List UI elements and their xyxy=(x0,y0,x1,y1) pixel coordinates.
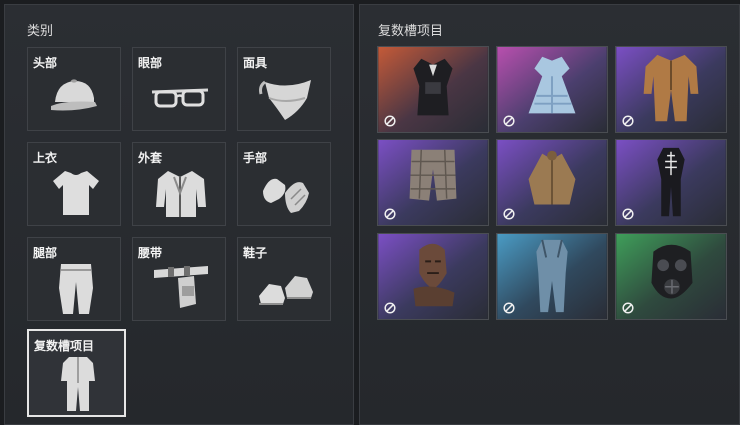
multislot-item[interactable] xyxy=(377,139,489,226)
multislot-panel-title: 复数槽项目 xyxy=(378,24,444,39)
category-tile-head[interactable]: 头部 xyxy=(27,47,121,131)
cap-icon xyxy=(51,79,97,111)
multislot-item[interactable] xyxy=(496,46,608,133)
multislot-item[interactable] xyxy=(615,46,727,133)
bandana-mask-icon xyxy=(259,80,311,120)
category-tile-multislot[interactable]: 复数槽项目 xyxy=(27,329,126,417)
multislot-item[interactable] xyxy=(615,139,727,226)
multislot-item[interactable] xyxy=(615,233,727,320)
category-panel: 类别 头部 眼部 面具 上衣 外套 手部 腿部 腰带 鞋子 复数槽项目 xyxy=(4,4,354,425)
multislot-item[interactable] xyxy=(377,46,489,133)
ban-icon xyxy=(384,115,396,127)
ban-icon xyxy=(503,302,515,314)
multislot-item[interactable] xyxy=(377,233,489,320)
ban-icon xyxy=(622,302,634,314)
multislot-panel: 复数槽项目 xyxy=(359,4,740,425)
ban-icon xyxy=(622,115,634,127)
category-tile-jacket[interactable]: 外套 xyxy=(132,142,226,226)
category-tile-shoes[interactable]: 鞋子 xyxy=(237,237,331,321)
ban-icon xyxy=(503,115,515,127)
category-panel-title: 类别 xyxy=(27,24,54,39)
pants-icon xyxy=(59,264,93,314)
category-tile-hands[interactable]: 手部 xyxy=(237,142,331,226)
category-tile-legs[interactable]: 腿部 xyxy=(27,237,121,321)
category-tile-eyes[interactable]: 眼部 xyxy=(132,47,226,131)
multislot-item[interactable] xyxy=(496,139,608,226)
ban-icon xyxy=(384,208,396,220)
gloves-icon xyxy=(263,178,309,213)
ban-icon xyxy=(503,208,515,220)
sneakers-icon xyxy=(259,276,313,305)
tshirt-icon xyxy=(53,171,99,215)
jumpsuit-icon xyxy=(61,357,95,411)
ban-icon xyxy=(384,302,396,314)
category-tile-top[interactable]: 上衣 xyxy=(27,142,121,226)
category-tile-belt[interactable]: 腰带 xyxy=(132,237,226,321)
category-tile-mask[interactable]: 面具 xyxy=(237,47,331,131)
glasses-icon xyxy=(151,88,209,108)
multislot-item[interactable] xyxy=(496,233,608,320)
ban-icon xyxy=(622,208,634,220)
belt-holster-icon xyxy=(154,266,208,308)
jacket-icon xyxy=(156,171,206,217)
category-label: 复数槽项目 xyxy=(34,339,95,353)
